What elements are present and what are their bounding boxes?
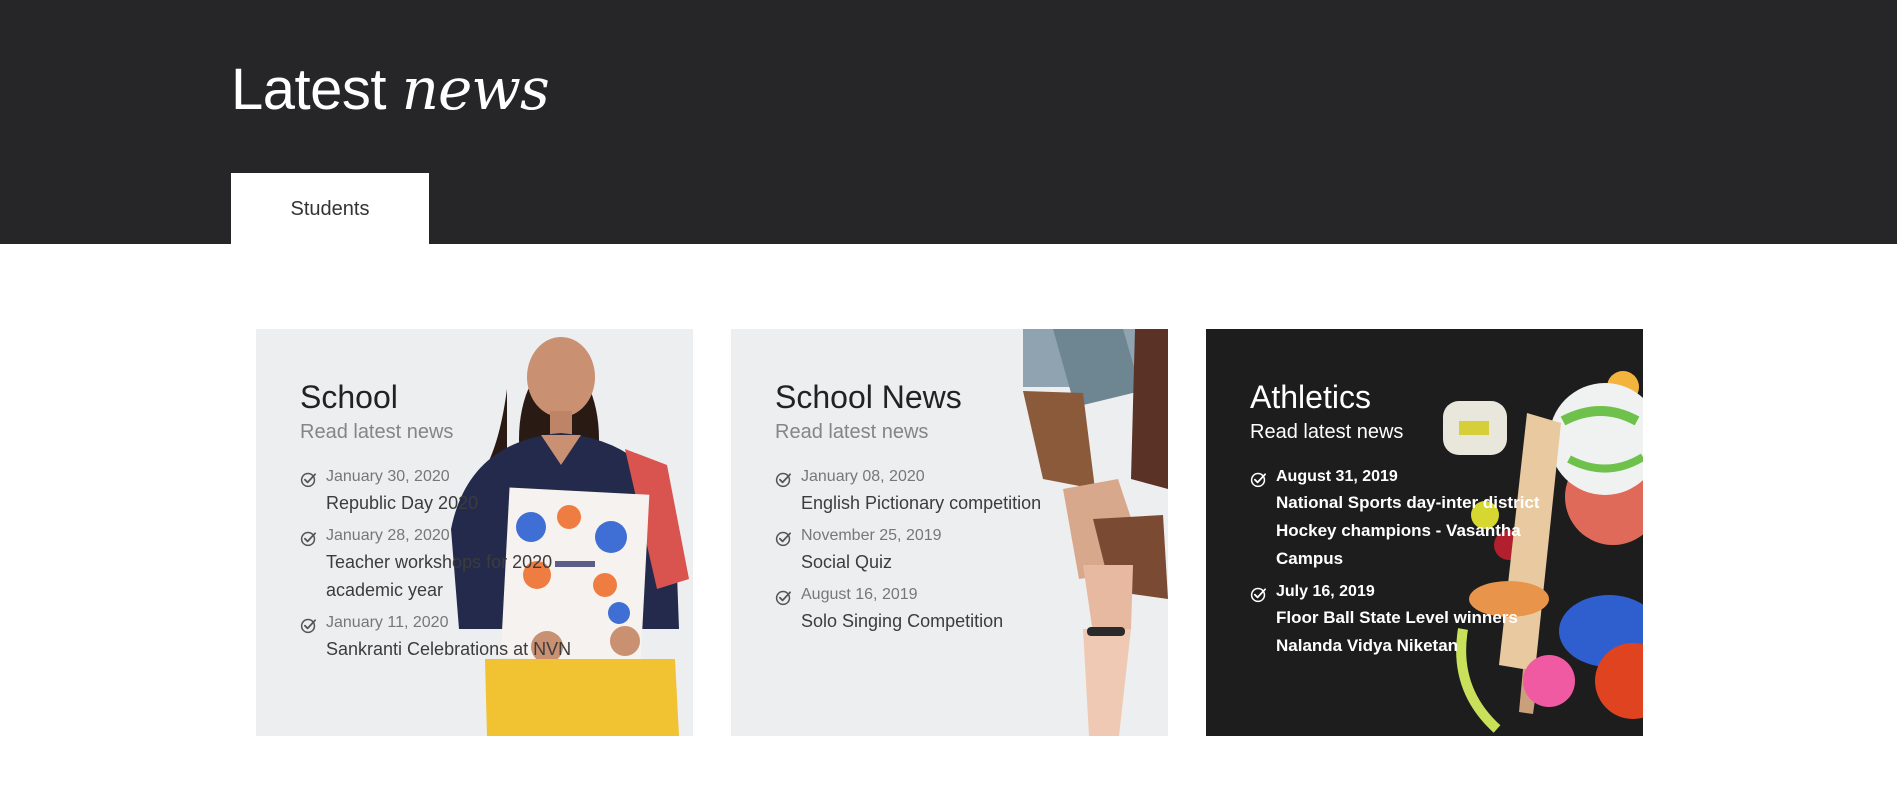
card-subtitle[interactable]: Read latest news [775,419,1148,445]
check-circle-icon [300,531,317,547]
check-circle-icon [300,472,317,488]
news-title[interactable]: Solo Singing Competition [801,607,1101,635]
card-title[interactable]: School News [775,377,1148,417]
news-date: January 11, 2020 [326,614,449,631]
news-card-school-news[interactable]: School News Read latest news January 08,… [731,329,1168,736]
news-date: August 31, 2019 [1276,468,1398,485]
news-item[interactable]: July 16, 2019 Floor Ball State Level win… [1250,582,1623,660]
news-item[interactable]: November 25, 2019 Social Quiz [775,526,1148,576]
card-title[interactable]: School [300,377,673,417]
news-card-school[interactable]: School Read latest news January 30, 2020… [256,329,693,736]
news-date: January 30, 2020 [326,468,450,485]
news-item[interactable]: August 31, 2019 National Sports day-inte… [1250,467,1623,573]
news-item[interactable]: January 28, 2020 Teacher workshops for 2… [300,526,673,604]
check-circle-icon [1250,587,1267,603]
news-title[interactable]: Teacher workshops for 2020 academic year [326,548,626,604]
check-circle-icon [775,590,792,606]
page-title: Latest news [231,52,550,127]
tab-students[interactable]: Students [231,173,429,245]
check-circle-icon [1250,472,1267,488]
news-list: January 30, 2020 Republic Day 2020 Janua… [300,467,673,663]
news-item[interactable]: January 11, 2020 Sankranti Celebrations … [300,613,673,663]
news-date: July 16, 2019 [1276,583,1375,600]
card-content: School News Read latest news January 08,… [775,377,1148,644]
news-header: Latest news Students [0,0,1897,245]
news-title[interactable]: English Pictionary competition [801,489,1101,517]
news-date: August 16, 2019 [801,586,918,603]
news-title[interactable]: Floor Ball State Level winners Nalanda V… [1276,604,1576,660]
news-title[interactable]: National Sports day-inter district Hocke… [1276,489,1576,573]
check-circle-icon [300,618,317,634]
header-divider [1667,243,1897,244]
news-title[interactable]: Social Quiz [801,548,1101,576]
card-subtitle[interactable]: Read latest news [1250,419,1623,445]
news-list: August 31, 2019 National Sports day-inte… [1250,467,1623,660]
check-circle-icon [775,472,792,488]
news-card-athletics[interactable]: Athletics Read latest news August 31, 20… [1206,329,1643,736]
check-circle-icon [775,531,792,547]
news-item[interactable]: January 08, 2020 English Pictionary comp… [775,467,1148,517]
card-content: Athletics Read latest news August 31, 20… [1250,377,1623,669]
news-title[interactable]: Republic Day 2020 [326,489,626,517]
card-content: School Read latest news January 30, 2020… [300,377,673,672]
title-word: Latest [231,57,387,122]
news-list: January 08, 2020 English Pictionary comp… [775,467,1148,635]
news-date: January 28, 2020 [326,527,450,544]
card-title[interactable]: Athletics [1250,377,1623,417]
news-date: November 25, 2019 [801,527,942,544]
news-title[interactable]: Sankranti Celebrations at NVN [326,635,626,663]
title-emphasis: news [401,55,550,123]
news-item[interactable]: August 16, 2019 Solo Singing Competition [775,585,1148,635]
news-date: January 08, 2020 [801,468,925,485]
card-subtitle[interactable]: Read latest news [300,419,673,445]
news-item[interactable]: January 30, 2020 Republic Day 2020 [300,467,673,517]
